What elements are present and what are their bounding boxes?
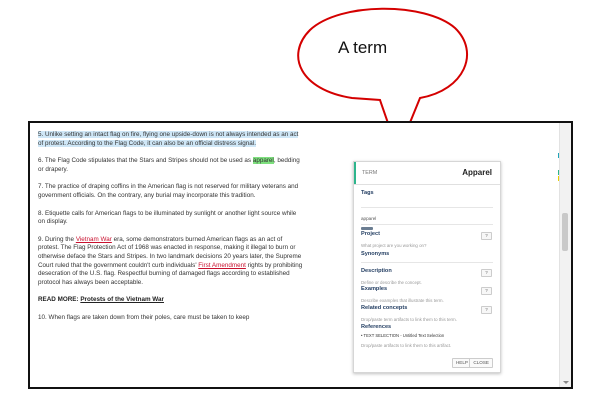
- panel-kind: TERM: [362, 170, 378, 176]
- synonyms-label: Synonyms: [361, 251, 390, 257]
- project-badge: [361, 227, 373, 230]
- paragraph-5: 5. Unlike setting an intact flag on fire…: [38, 131, 299, 147]
- first-amendment-link[interactable]: First Amendment: [198, 262, 246, 269]
- description-label: Description: [361, 268, 392, 274]
- related-concepts-label: Related concepts: [361, 305, 408, 311]
- scrollbar-thumb[interactable]: [562, 213, 568, 251]
- related-help-button[interactable]: ?: [481, 306, 492, 314]
- tags-label: Tags: [361, 190, 374, 196]
- project-help-button[interactable]: ?: [481, 232, 492, 240]
- project-label: Project: [361, 231, 380, 237]
- close-button[interactable]: CLOSE: [469, 358, 493, 368]
- callout-text: A term: [338, 38, 388, 57]
- read-more-link[interactable]: Protests of the Vietnam War: [80, 296, 164, 303]
- examples-help-button[interactable]: ?: [481, 287, 492, 295]
- paragraph-8: 8. Etiquette calls for American flags to…: [38, 209, 297, 226]
- paragraph-6: 6. The Flag Code stipulates that the Sta…: [38, 157, 300, 173]
- read-more: READ MORE: Protests of the Vietnam War: [38, 296, 164, 304]
- paragraph-10: 10. When flags are taken down from their…: [38, 313, 250, 321]
- description-field[interactable]: Define or describe the concept.: [361, 280, 422, 285]
- divider: [361, 224, 493, 225]
- scroll-down-arrow-icon[interactable]: [563, 381, 569, 384]
- tag-value[interactable]: apparel: [361, 216, 376, 221]
- synonyms-field[interactable]: [361, 262, 493, 263]
- highlighted-term[interactable]: apparel: [252, 157, 274, 165]
- references-label: References: [361, 324, 392, 330]
- tags-field[interactable]: [361, 207, 493, 208]
- browser-window: 5. Unlike setting an intact flag on fire…: [28, 121, 573, 389]
- examples-field[interactable]: Describe examples that illustrate this t…: [361, 298, 444, 303]
- scrollbar[interactable]: [559, 123, 571, 387]
- project-field[interactable]: What project are you working on?: [361, 243, 426, 248]
- panel-title[interactable]: Apparel: [462, 168, 492, 177]
- references-field[interactable]: Drop/paste artifacts to link them to thi…: [361, 343, 451, 348]
- vietnam-war-link[interactable]: Vietnam War: [76, 236, 112, 243]
- term-panel: TERM Apparel Tags apparel Project ? What…: [353, 161, 501, 373]
- paragraph-7: 7. The practice of draping coffins in th…: [38, 183, 299, 199]
- paragraph-9: 9. During the Vietnam War era, some demo…: [38, 235, 303, 286]
- article-body: 5. Unlike setting an intact flag on fire…: [38, 131, 303, 332]
- examples-label: Examples: [361, 286, 388, 292]
- related-concepts-field[interactable]: Drop/paste term artifacts to link them t…: [361, 317, 457, 322]
- reference-item[interactable]: • TEXT SELECTION - Untitled Text Selecti…: [361, 333, 444, 338]
- panel-divider: [354, 184, 500, 185]
- description-help-button[interactable]: ?: [481, 269, 492, 277]
- panel-accent: [354, 162, 356, 184]
